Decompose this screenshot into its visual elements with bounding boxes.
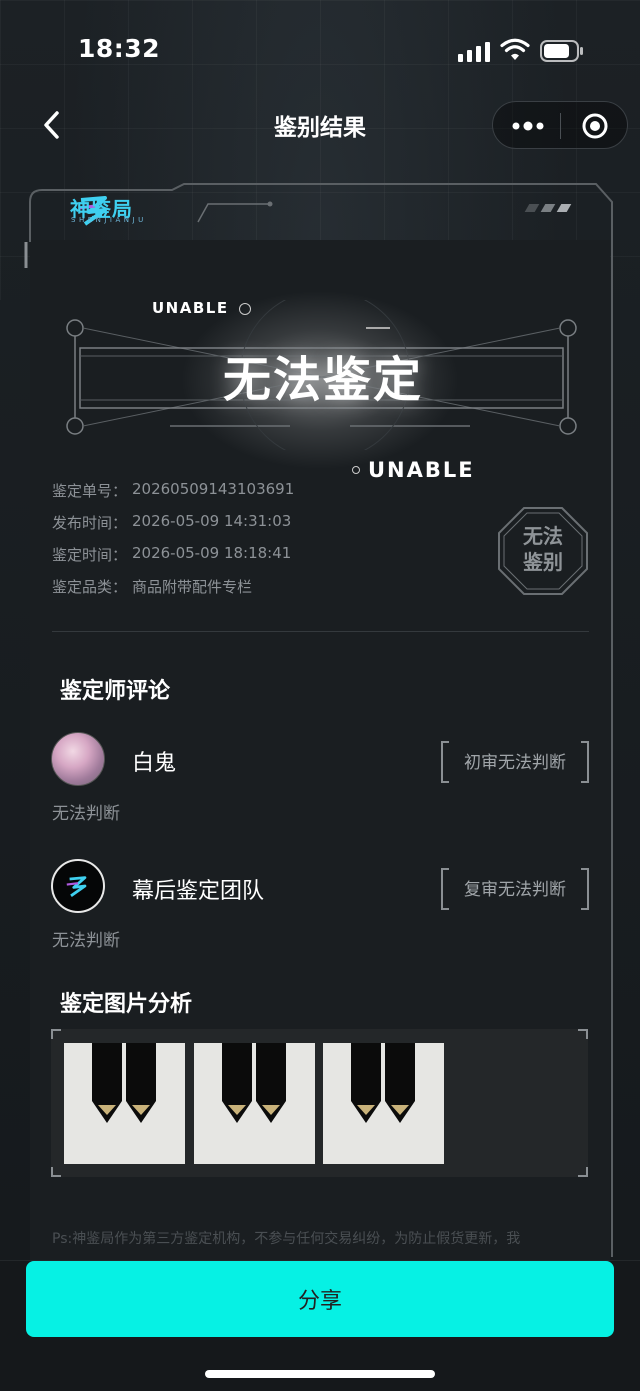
info-label: 鉴定品类： [52, 578, 128, 596]
info-value: 2026-05-09 18:18:41 [132, 544, 292, 562]
product-photo-icon [92, 1043, 156, 1123]
more-button[interactable] [501, 106, 555, 146]
brand-subtitle: SHENJIANJU [71, 216, 147, 224]
product-photo-thumb[interactable] [194, 1043, 315, 1164]
info-label: 发布时间： [52, 514, 128, 532]
more-dots-icon [512, 121, 544, 131]
reviewer-comment: 无法判断 [52, 804, 120, 824]
info-row-order-no: 鉴定单号： 20260509143103691 [52, 480, 294, 512]
unable-stamp-text: 无法 鉴别 [496, 523, 590, 575]
section-title-comments: 鉴定师评论 [60, 679, 171, 704]
mini-program-capsule [492, 101, 628, 149]
avatar[interactable] [51, 859, 105, 913]
result-title: 无法鉴定 [222, 352, 423, 408]
gallery-corner [51, 1167, 61, 1177]
reviewer-comment: 无法判断 [52, 931, 120, 951]
info-value: 商品附带配件专栏 [132, 578, 253, 596]
product-photo-icon [222, 1043, 286, 1123]
product-photo-thumb[interactable] [64, 1043, 185, 1164]
info-row-appraise-time: 鉴定时间： 2026-05-09 18:18:41 [52, 544, 294, 576]
close-mini-program-button[interactable] [569, 106, 621, 146]
cellular-signal-icon [458, 42, 490, 62]
gallery-corner [578, 1029, 588, 1039]
dot-icon [352, 466, 360, 474]
info-value: 2026-05-09 14:31:03 [132, 512, 292, 530]
home-indicator[interactable] [205, 1370, 435, 1378]
disclaimer-text: Ps:神鉴局作为第三方鉴定机构，不参与任何交易纠纷，为防止假货更新，我 [52, 1231, 521, 1247]
unable-badge-top: UNABLE [152, 299, 252, 317]
divider [52, 631, 589, 632]
gallery-corner [51, 1029, 61, 1039]
stamp-line-2: 鉴别 [523, 550, 563, 574]
shenjianju-logo-icon [66, 876, 87, 897]
info-value: 20260509143103691 [132, 480, 295, 498]
ring-icon [239, 302, 252, 315]
status-bar: 18:32 [0, 0, 640, 100]
product-photo-icon [351, 1043, 415, 1123]
stamp-line-1: 无法 [523, 524, 563, 548]
unable-badge-top-text: UNABLE [152, 299, 229, 317]
capsule-divider [560, 113, 561, 139]
unable-badge-bottom: UNABLE [352, 458, 475, 482]
info-row-category: 鉴定品类： 商品附带配件专栏 [52, 576, 294, 608]
section-title-gallery: 鉴定图片分析 [60, 992, 193, 1017]
info-row-publish-time: 发布时间： 2026-05-09 14:31:03 [52, 512, 294, 544]
share-button[interactable]: 分享 [26, 1261, 614, 1337]
avatar[interactable] [51, 732, 105, 786]
wifi-icon [500, 38, 530, 60]
image-gallery [51, 1029, 588, 1177]
unable-badge-bottom-text: UNABLE [368, 458, 475, 482]
info-label: 鉴定单号： [52, 482, 128, 500]
product-photo-thumb[interactable] [323, 1043, 444, 1164]
verdict-tag: 初审无法判断 [441, 741, 589, 783]
order-info: 鉴定单号： 20260509143103691 发布时间： 2026-05-09… [52, 480, 294, 608]
info-label: 鉴定时间： [52, 546, 128, 564]
status-time: 18:32 [78, 34, 161, 63]
verdict-tag: 复审无法判断 [441, 868, 589, 910]
gallery-corner [578, 1167, 588, 1177]
battery-icon [540, 40, 583, 62]
target-close-icon [582, 113, 608, 139]
reviewer-name: 白鬼 [132, 751, 177, 776]
reviewer-name: 幕后鉴定团队 [132, 879, 265, 904]
